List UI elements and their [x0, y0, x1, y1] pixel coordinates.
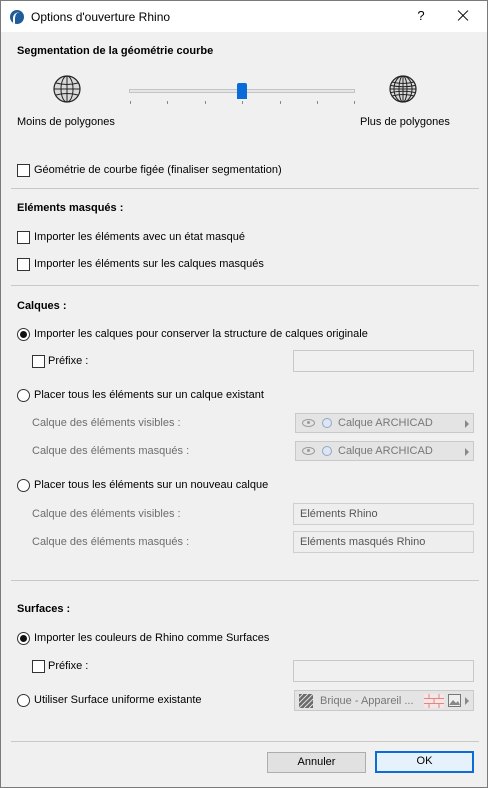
new-hidden-layer-label: Calque des éléments masqués : — [32, 536, 190, 548]
import-hidden-layers-label: Importer les éléments sur les calques ma… — [34, 258, 264, 270]
close-icon[interactable] — [447, 4, 477, 28]
surfaces-option-rhino-colors-label: Importer les couleurs de Rhino comme Sur… — [34, 632, 270, 644]
frozen-geometry-label: Géométrie de courbe figée (finaliser seg… — [34, 164, 282, 176]
chevron-right-icon — [465, 448, 469, 456]
hidden-layer-select[interactable]: Calque ARCHICAD — [295, 441, 474, 461]
frozen-geometry-checkbox[interactable] — [17, 164, 30, 177]
surface-select[interactable]: Brique - Appareil ... — [294, 690, 474, 711]
segmentation-slider-thumb[interactable] — [237, 83, 247, 99]
new-hidden-layer-input[interactable]: Eléments masqués Rhino — [293, 531, 474, 553]
options-dialog: Options d'ouverture Rhino ? Segmentation… — [0, 0, 488, 788]
layers-heading: Calques : — [17, 300, 67, 312]
surfaces-option-uniform-radio[interactable] — [17, 694, 30, 707]
layers-option-keep-structure-label: Importer les calques pour conserver la s… — [34, 328, 368, 340]
brick-icon — [424, 694, 444, 708]
surfaces-prefix-label: Préfixe : — [48, 660, 89, 672]
slider-tick — [167, 101, 168, 104]
visible-layer-value: Calque ARCHICAD — [338, 417, 433, 429]
slider-tick — [317, 101, 318, 104]
layers-prefix-input[interactable] — [293, 350, 474, 372]
slider-tick — [205, 101, 206, 104]
import-hidden-state-label: Importer les éléments avec un état masqu… — [34, 231, 245, 243]
divider — [11, 285, 479, 286]
layers-option-existing-label: Placer tous les éléments sur un calque e… — [34, 389, 264, 401]
chevron-right-icon — [465, 697, 469, 705]
globe-icon — [389, 75, 417, 103]
surfaces-prefix-checkbox[interactable] — [32, 660, 45, 673]
surface-value: Brique - Appareil ... — [320, 695, 414, 707]
surfaces-prefix-input[interactable] — [293, 660, 474, 682]
slider-tick — [354, 101, 355, 104]
new-visible-layer-input[interactable]: Eléments Rhino — [293, 503, 474, 525]
image-icon — [448, 694, 461, 707]
divider — [11, 580, 479, 581]
title-bar: Options d'ouverture Rhino ? — [1, 1, 487, 32]
eye-icon — [302, 419, 315, 427]
eye-icon — [302, 447, 315, 455]
import-hidden-layers-checkbox[interactable] — [17, 258, 30, 271]
layers-option-new-label: Placer tous les éléments sur un nouveau … — [34, 479, 269, 491]
slider-tick — [280, 101, 281, 104]
cancel-button[interactable]: Annuler — [267, 752, 366, 773]
window-title: Options d'ouverture Rhino — [31, 10, 171, 24]
globe-icon — [53, 75, 81, 103]
slider-tick — [130, 101, 131, 104]
slider-tick — [242, 101, 243, 104]
layers-prefix-label: Préfixe : — [48, 355, 89, 367]
divider — [11, 188, 479, 189]
fewer-polygons-label: Moins de polygones — [17, 116, 115, 128]
new-visible-layer-label: Calque des éléments visibles : — [32, 508, 181, 520]
chevron-right-icon — [465, 420, 469, 428]
visible-layer-label: Calque des éléments visibles : — [32, 417, 181, 429]
hidden-layer-value: Calque ARCHICAD — [338, 445, 433, 457]
layers-option-existing-radio[interactable] — [17, 389, 30, 402]
layer-icon — [322, 446, 332, 456]
layers-option-keep-structure-radio[interactable] — [17, 328, 30, 341]
help-button[interactable]: ? — [410, 5, 432, 27]
segmentation-heading: Segmentation de la géométrie courbe — [17, 45, 214, 57]
layer-icon — [322, 418, 332, 428]
divider — [11, 741, 479, 742]
hatch-pattern-icon — [299, 694, 313, 708]
import-hidden-state-checkbox[interactable] — [17, 231, 30, 244]
surfaces-option-uniform-label: Utiliser Surface uniforme existante — [34, 694, 202, 706]
visible-layer-select[interactable]: Calque ARCHICAD — [295, 413, 474, 433]
rhino-app-icon — [10, 10, 24, 24]
ok-button[interactable]: OK — [375, 751, 474, 773]
surfaces-heading: Surfaces : — [17, 603, 71, 615]
more-polygons-label: Plus de polygones — [360, 116, 450, 128]
hidden-elements-heading: Eléments masqués : — [17, 202, 124, 214]
layers-prefix-checkbox[interactable] — [32, 355, 45, 368]
hidden-layer-label: Calque des éléments masqués : — [32, 445, 190, 457]
layers-option-new-radio[interactable] — [17, 479, 30, 492]
surfaces-option-rhino-colors-radio[interactable] — [17, 632, 30, 645]
